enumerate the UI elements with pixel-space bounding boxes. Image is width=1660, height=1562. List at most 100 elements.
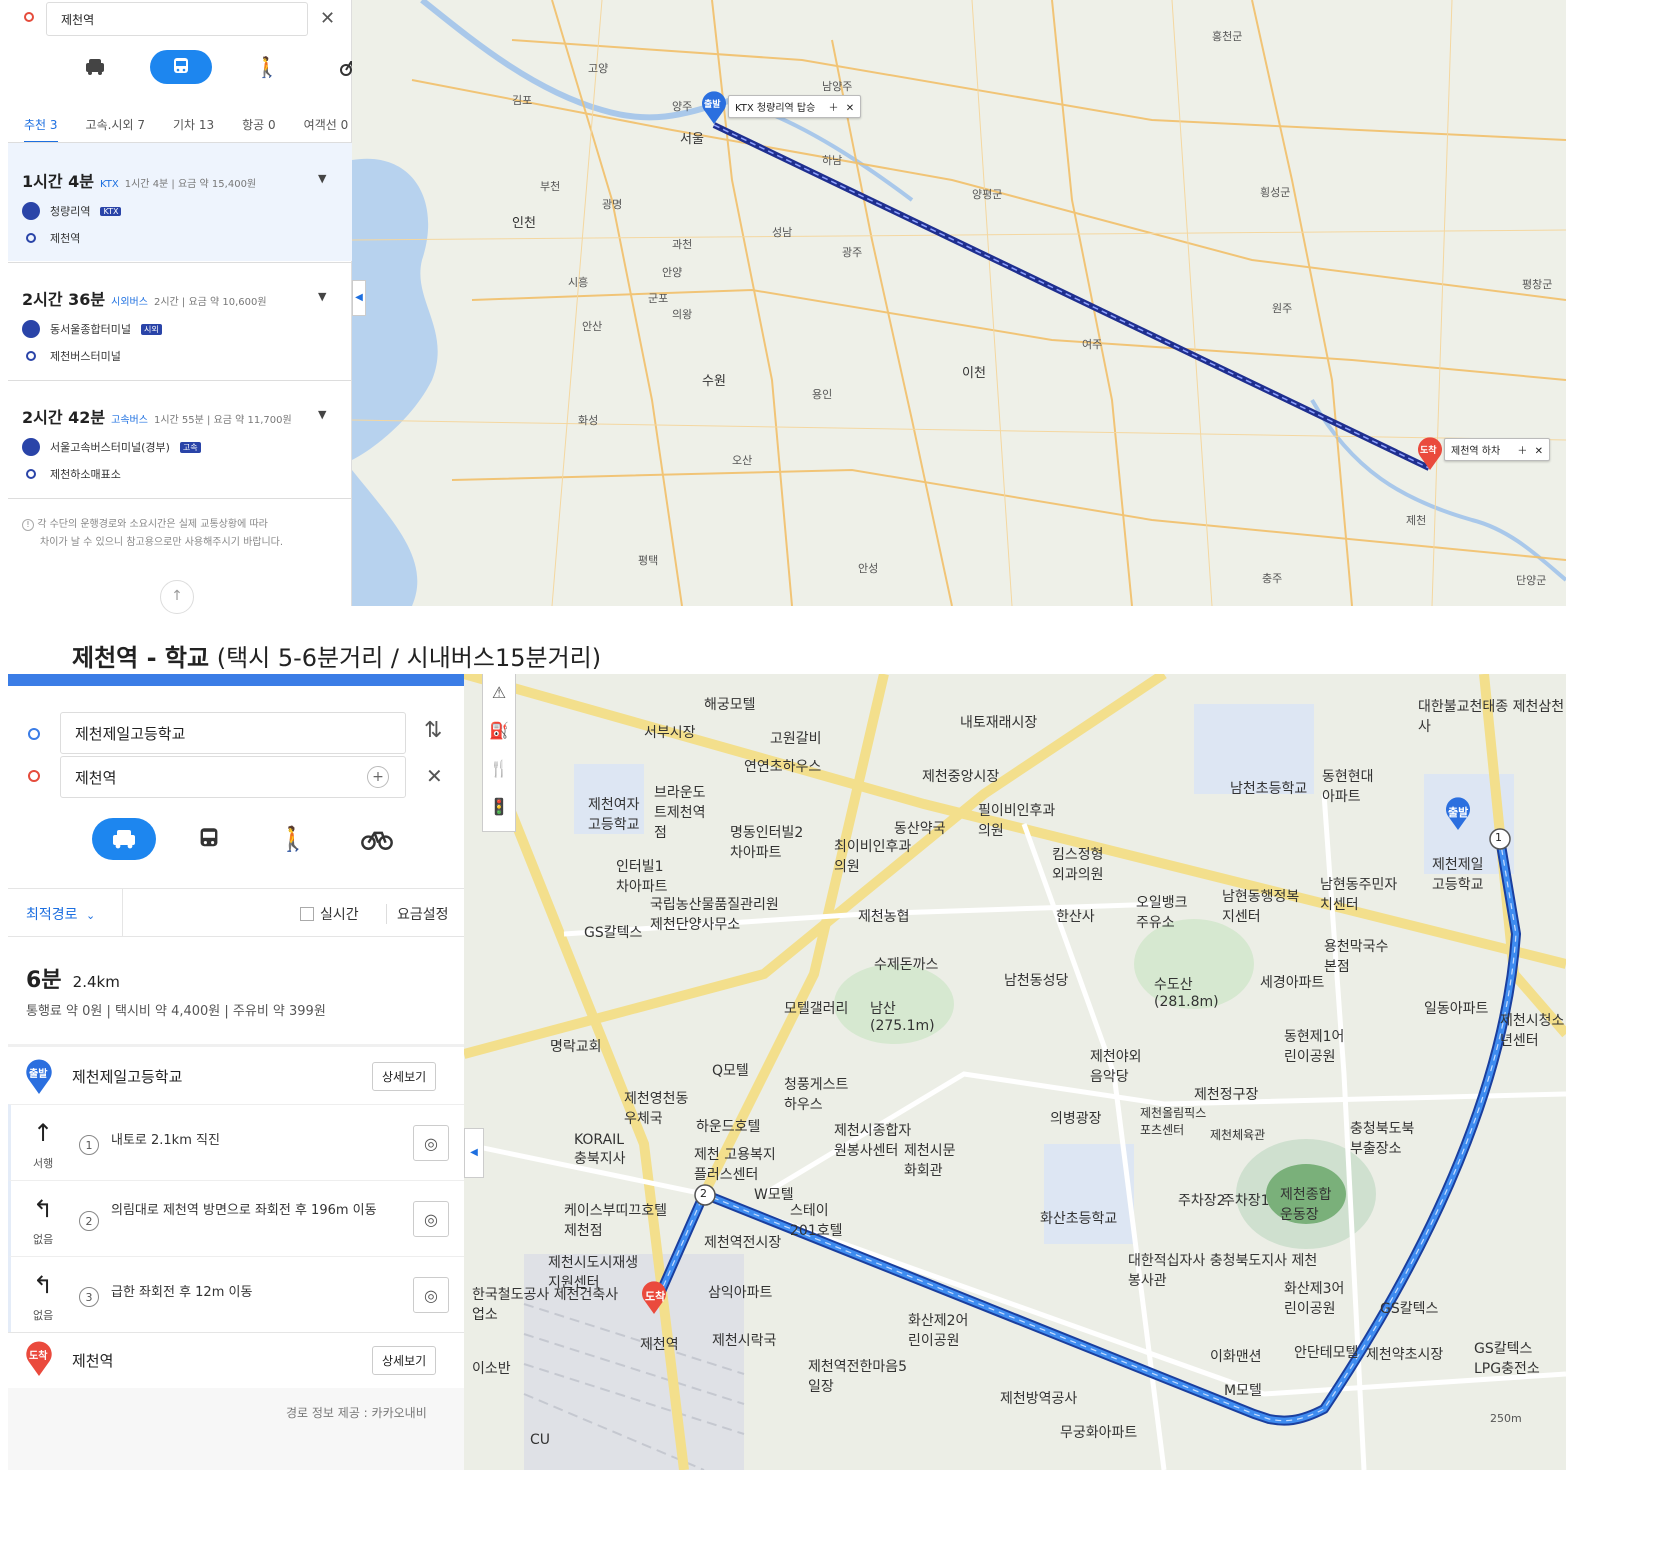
- route-step[interactable]: ↰ 없음 2 의림대로 제천역 방면으로 좌회전 후 196m 이동 ◎: [8, 1180, 464, 1256]
- bus-icon: [200, 828, 218, 847]
- fuel-icon[interactable]: ⛽: [483, 712, 515, 750]
- origin-input[interactable]: 제천제일고등학교: [60, 712, 406, 754]
- transit-mode-button[interactable]: [178, 818, 240, 860]
- map-label: 청풍게스트하우스: [784, 1077, 849, 1113]
- restaurant-icon[interactable]: 🍴: [483, 750, 515, 788]
- walk-mode-button[interactable]: 🚶: [262, 818, 324, 860]
- stop-dot-icon: [26, 233, 36, 243]
- map-label: 고원갈비: [770, 731, 822, 747]
- end-detail-button[interactable]: 상세보기: [372, 1346, 437, 1375]
- chevron-down-icon[interactable]: ▼: [318, 290, 326, 303]
- clear-icon[interactable]: ✕: [320, 8, 335, 29]
- transport-modes: 🚶: [64, 50, 384, 84]
- sharp-left-arrow-icon: ↰: [33, 1271, 54, 1299]
- route-step[interactable]: ↰ 없음 3 급한 좌회전 후 12m 이동 ◎: [8, 1256, 464, 1332]
- destination-dot-icon: [24, 12, 34, 22]
- destination-input[interactable]: 제천역: [46, 2, 308, 36]
- destination-input[interactable]: 제천역 +: [60, 756, 406, 798]
- map-label: 안성: [858, 562, 879, 575]
- route-from: 동서울종합터미널: [50, 323, 131, 336]
- map-label: 남양주: [822, 80, 853, 93]
- map-label: 군포: [648, 292, 669, 305]
- chevron-down-icon: ⌄: [85, 909, 96, 922]
- map-label: 충주: [1262, 572, 1283, 585]
- start-name: 제천제일고등학교: [72, 1068, 183, 1086]
- close-icon[interactable]: ✕: [1535, 446, 1543, 457]
- map-label: 주차장2: [1178, 1193, 1226, 1209]
- tab-air[interactable]: 항공 0: [242, 116, 276, 143]
- map-label: 제천 고용복지플러스센터: [694, 1147, 776, 1183]
- route-distance: 2.4km: [72, 973, 120, 991]
- realtime-toggle[interactable]: 실시간: [300, 904, 359, 924]
- route-card-express-bus[interactable]: 2시간 42분 고속버스 1시간 55분 | 요금 약 11,700원 ▼ 서울…: [8, 404, 352, 482]
- route-card-intercity-bus[interactable]: 2시간 36분 시외버스 2시간 | 요금 약 10,600원 ▼ 동서울종합터…: [8, 286, 352, 364]
- route-step[interactable]: ↑ 서행 1 내토로 2.1km 직진 ◎: [8, 1104, 464, 1180]
- notice-line-1: 각 수단의 운행경로와 소요시간은 실제 교통상황에 따라: [37, 519, 268, 530]
- map-label: 제천체육관: [1210, 1128, 1266, 1142]
- section-heading: 제천역 - 학교 (택시 5-6분거리 / 시내버스15분거리): [72, 638, 601, 673]
- step-sub: 없음: [33, 1233, 54, 1246]
- map-label: 무궁화아파트: [1060, 1425, 1138, 1441]
- divider: [8, 498, 352, 499]
- footer-bg: [8, 1388, 464, 1470]
- warning-icon[interactable]: ⚠: [483, 674, 515, 712]
- locate-icon[interactable]: ◎: [413, 1277, 449, 1313]
- panel-collapse-button[interactable]: ◀: [464, 1128, 484, 1178]
- origin-value: 제천제일고등학교: [75, 724, 186, 743]
- plus-icon[interactable]: ＋: [1517, 446, 1527, 457]
- swap-icon[interactable]: ⇅: [424, 718, 442, 743]
- route-time: 1시간 4분: [22, 172, 94, 191]
- end-name: 제천역: [72, 1352, 114, 1370]
- map-label: 원주: [1272, 302, 1293, 315]
- route-costs: 통행료 약 0원 | 택시비 약 4,400원 | 주유비 약 399원: [26, 1004, 326, 1019]
- tab-train[interactable]: 기차 13: [173, 116, 214, 143]
- divider: [8, 1332, 464, 1333]
- transit-mode-button[interactable]: [150, 50, 212, 84]
- map-label: 스테이201호텔: [790, 1203, 843, 1239]
- route-duration: 6분: [26, 968, 62, 993]
- traffic-light-icon[interactable]: 🚦: [483, 788, 515, 826]
- map-label: 주차장1: [1222, 1193, 1270, 1209]
- divider: [8, 888, 464, 889]
- chevron-down-icon[interactable]: ▼: [318, 172, 326, 185]
- route-time: 2시간 36분: [22, 290, 106, 309]
- tab-ferry[interactable]: 여객선 0: [304, 116, 349, 143]
- close-icon[interactable]: ✕: [846, 103, 854, 114]
- map-tools: ⚠ ⛽ 🍴 🚦: [482, 674, 516, 832]
- bike-mode-button[interactable]: [346, 818, 408, 860]
- checkbox[interactable]: [300, 907, 314, 921]
- map-label: GS칼텍스: [1380, 1301, 1439, 1317]
- start-tag-text: KTX 청량리역 탑승: [735, 103, 816, 114]
- plus-icon[interactable]: ＋: [829, 103, 839, 114]
- map-label: 안양: [662, 266, 683, 279]
- locate-icon[interactable]: ◎: [413, 1125, 449, 1161]
- tab-recommended[interactable]: 추천 3: [24, 116, 58, 143]
- map-label: 의왕: [672, 308, 693, 321]
- map-label: 횡성군: [1260, 186, 1291, 199]
- bus-icon: [22, 320, 40, 338]
- tab-express-bus[interactable]: 고속.시외 7: [86, 116, 145, 143]
- top-map[interactable]: 서울 인천 김포 고양 남양주 하남 성남 과천 안양 광명 부천 시흥 군포 …: [352, 0, 1566, 606]
- car-mode-button[interactable]: [64, 50, 126, 84]
- map-label: KORAIL충북지사: [574, 1132, 626, 1167]
- locate-icon[interactable]: ◎: [413, 1201, 449, 1237]
- panel-collapse-button[interactable]: ◀: [352, 280, 366, 316]
- fare-setting-button[interactable]: 요금설정: [386, 904, 449, 924]
- route-option-select[interactable]: 최적경로 ⌄: [26, 904, 95, 924]
- add-waypoint-icon[interactable]: +: [367, 766, 389, 788]
- close-icon[interactable]: ✕: [426, 764, 443, 788]
- walk-mode-button[interactable]: 🚶: [236, 50, 298, 84]
- chevron-down-icon[interactable]: ▼: [318, 408, 326, 421]
- start-detail-button[interactable]: 상세보기: [372, 1062, 437, 1091]
- map-label: 고양: [588, 62, 609, 75]
- bottom-map[interactable]: 1 2 ⚠ ⛽ 🍴 🚦 ◀ 해궁모텔 서부시장 고원갈비 내토재래시장 제천중앙…: [464, 674, 1566, 1470]
- map-label: GS칼텍스: [584, 925, 643, 941]
- walk-icon: 🚶: [254, 55, 280, 79]
- map-label: 동현현대아파트: [1322, 769, 1374, 805]
- end-pin-label: 도착: [645, 1290, 666, 1303]
- map-label: 성남: [772, 226, 793, 239]
- route-card-ktx[interactable]: 1시간 4분 KTX 1시간 4분 | 요금 약 15,400원 ▼ 청량리역 K…: [8, 168, 352, 246]
- scroll-top-button[interactable]: ↑: [160, 580, 194, 614]
- car-mode-button[interactable]: [92, 818, 156, 860]
- route-badge: KTX: [100, 206, 122, 216]
